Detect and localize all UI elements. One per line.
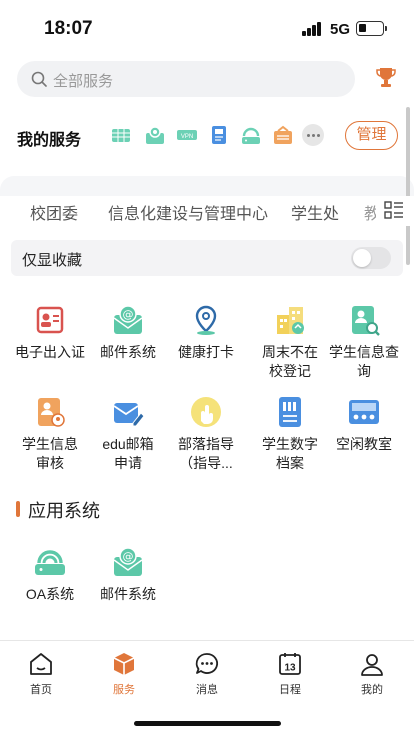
service-item[interactable]: 电子出入证 [10,303,90,362]
service-item[interactable]: 空闲教室 [324,395,404,454]
calendar-day: 13 [284,663,296,674]
service-label: 学生信息查询 [329,344,399,379]
nav-label: 日程 [279,684,301,696]
favorites-filter-row: 仅显收藏 [11,240,403,276]
router-icon [35,550,65,575]
svg-text:@: @ [123,550,134,563]
buildings-icon [277,307,304,334]
app-item[interactable]: @ 邮件系统 [88,545,168,604]
inbox-icon[interactable] [272,124,294,146]
scrollbar[interactable] [406,107,410,265]
status-bar: 18:07 5G [0,0,414,54]
nav-home[interactable]: 首页 [11,651,71,697]
nav-label: 首页 [30,684,52,696]
service-item[interactable]: 健康打卡 [166,303,246,362]
service-label: 部落指导（指导... [178,436,234,471]
id-card-icon[interactable] [208,124,230,146]
search-icon [31,71,47,87]
favorites-label: 仅显收藏 [22,252,83,269]
section-accent-bar [16,501,20,517]
chat-icon [195,653,219,674]
my-services-title: 我的服务 [17,132,82,149]
home-indicator [134,721,281,726]
nav-schedule[interactable]: 13 日程 [260,651,320,697]
network-label: 5G [330,21,351,38]
battery-icon [356,21,387,36]
tab-it-center[interactable]: 信息化建设与管理中心 [108,200,268,224]
service-label: 空闲教室 [336,436,392,452]
signal-icon [302,22,324,36]
ticket-icon[interactable] [110,124,132,146]
svg-text:@: @ [123,308,134,321]
student-search-icon [352,306,380,336]
service-label: 电子出入证 [15,344,85,360]
more-icon[interactable] [302,124,324,146]
tab-partial[interactable]: 教 [364,200,376,224]
person-icon [361,654,383,676]
manage-button[interactable]: 管理 [345,121,398,150]
nav-profile[interactable]: 我的 [342,651,402,697]
nav-label: 消息 [196,684,218,696]
nav-services[interactable]: 服务 [94,651,154,697]
service-label: 学生数字档案 [262,436,318,471]
trophy-icon[interactable] [375,66,397,90]
tab-student-affairs[interactable]: 学生处 [291,200,339,224]
service-label: edu邮箱申请 [102,436,154,471]
router-icon[interactable] [240,124,262,146]
service-item[interactable]: 周末不在校登记 [250,303,330,381]
search-bar[interactable]: 全部服务 [17,61,355,97]
tab-youth-league[interactable]: 校团委 [30,200,78,224]
location-pin-icon [195,305,217,335]
service-item[interactable]: 学生信息查询 [324,303,404,381]
archive-icon [279,397,301,427]
service-item[interactable]: 部落指导（指导... [166,395,246,473]
pass-card-icon [36,306,64,334]
service-label: 邮件系统 [100,344,156,360]
map-pin-icon[interactable] [144,124,166,146]
nav-label: 服务 [113,684,135,696]
grid-menu-icon[interactable] [384,200,404,220]
favorites-toggle[interactable] [351,247,391,269]
nav-label: 我的 [361,684,383,696]
service-label: 周末不在校登记 [262,344,318,379]
mail-icon: @ [113,547,143,576]
mail-apply-icon [113,403,145,427]
cube-icon [113,653,135,675]
classroom-icon [349,400,379,424]
service-label: 学生信息审核 [22,436,78,471]
service-item[interactable]: 学生信息审核 [10,395,90,473]
app-item[interactable]: OA系统 [10,545,90,604]
service-item[interactable]: @ 邮件系统 [88,303,168,362]
search-placeholder: 全部服务 [53,73,114,90]
service-item[interactable]: edu邮箱申请 [88,395,168,473]
mail-icon: @ [113,305,143,334]
student-review-icon [38,398,65,427]
app-label: OA系统 [25,586,75,602]
home-icon [30,653,52,675]
svg-text:VPN: VPN [181,134,193,140]
service-label: 健康打卡 [178,344,234,360]
service-item[interactable]: 学生数字档案 [250,395,330,473]
calendar-icon: 13 [279,653,301,675]
vpn-icon[interactable]: VPN [176,124,198,146]
hand-icon [191,397,221,427]
nav-messages[interactable]: 消息 [177,651,237,697]
apps-section-title: 应用系统 [28,501,100,521]
app-label: 邮件系统 [100,586,156,602]
status-time: 18:07 [44,18,93,39]
